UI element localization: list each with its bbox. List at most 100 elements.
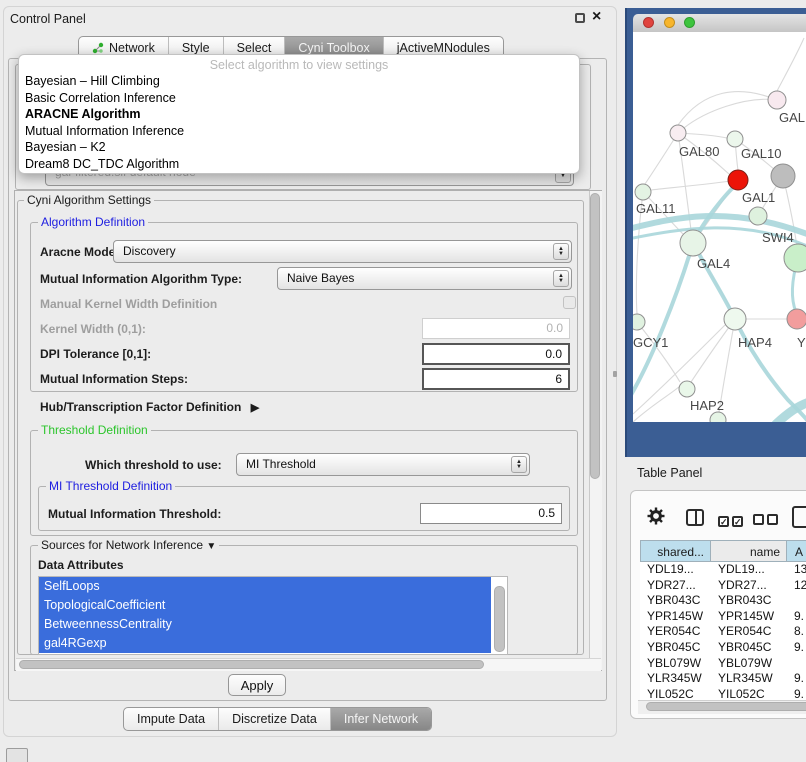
column-header-a[interactable]: A: [787, 540, 806, 562]
network-node[interactable]: [724, 308, 746, 330]
split-columns-icon[interactable]: [686, 509, 704, 526]
algorithm-option-mutual-information-inference[interactable]: Mutual Information Inference: [19, 123, 579, 140]
table-row[interactable]: YDR27...YDR27...12: [640, 578, 806, 594]
attributes-vscrollbar-thumb[interactable]: [494, 586, 505, 652]
attribute-item-betweennesscentrality[interactable]: BetweennessCentrality: [39, 615, 491, 634]
table-cell: 12: [787, 578, 806, 594]
aracne-mode-combo[interactable]: Discovery ▲▼: [113, 240, 572, 263]
network-node[interactable]: [679, 381, 695, 397]
table-cell: [787, 593, 806, 609]
table-cell: YBR043C: [711, 593, 787, 609]
table-row[interactable]: YPR145WYPR145W9.: [640, 609, 806, 625]
bottom-tab-discretize-data[interactable]: Discretize Data: [218, 708, 330, 730]
stepper-icon[interactable]: ▲▼: [511, 456, 527, 473]
attribute-item-topologicalcoefficient[interactable]: TopologicalCoefficient: [39, 596, 491, 615]
algorithm-dropdown-popup: Select algorithm to view settings Bayesi…: [18, 54, 580, 174]
data-attributes-label: Data Attributes: [38, 558, 124, 572]
network-node[interactable]: [771, 164, 795, 188]
attribute-item-selfloops[interactable]: SelfLoops: [39, 577, 491, 596]
column-header-shared[interactable]: shared...: [640, 540, 711, 562]
network-node[interactable]: [787, 309, 806, 329]
network-canvas[interactable]: GALGAL80GAL10GAL1GAL11SWI4GAL4GCY1HAP4YH…: [633, 32, 806, 422]
network-node-label: GAL10: [741, 146, 781, 161]
network-node[interactable]: [728, 170, 748, 190]
table-cell: YBL079W: [640, 656, 711, 672]
bottom-tab-impute-data[interactable]: Impute Data: [124, 708, 218, 730]
select-all-checkboxes-icon[interactable]: ✓✓: [718, 512, 746, 530]
algorithm-definition-title: Algorithm Definition: [38, 215, 148, 229]
algorithm-option-bayesian-k2[interactable]: Bayesian – K2: [19, 139, 579, 156]
table-cell: 13: [787, 562, 806, 578]
table-cell: [787, 656, 806, 672]
column-header-name[interactable]: name: [711, 540, 787, 562]
network-node[interactable]: [633, 314, 645, 330]
hub-section-label[interactable]: Hub/Transcription Factor Definition ▶: [40, 400, 259, 414]
table-row[interactable]: YBR045CYBR045C9.: [640, 640, 806, 656]
network-node[interactable]: [768, 91, 786, 109]
table-cell: YDR27...: [640, 578, 711, 594]
stepper-icon[interactable]: ▲▼: [553, 243, 569, 260]
table-cell: YDL19...: [640, 562, 711, 578]
table-settings-gear-icon[interactable]: [646, 506, 666, 531]
network-edge: [777, 38, 804, 91]
which-threshold-combo[interactable]: MI Threshold ▲▼: [236, 453, 530, 476]
network-node[interactable]: [680, 230, 706, 256]
deselect-all-checkboxes-icon[interactable]: [753, 512, 781, 530]
kernel-width-field[interactable]: 0.0: [422, 318, 570, 339]
close-icon[interactable]: ×: [592, 8, 601, 26]
table-row[interactable]: YBL079WYBL079W: [640, 656, 806, 672]
control-panel-title: Control Panel: [10, 12, 86, 26]
network-node[interactable]: [749, 207, 767, 225]
data-attributes-list[interactable]: SelfLoopsTopologicalCoefficientBetweenne…: [38, 576, 508, 655]
mi-type-value: Naive Bayes: [287, 271, 354, 285]
settings-hscrollbar-thumb[interactable]: [19, 660, 484, 669]
sources-group-title[interactable]: Sources for Network Inference ▼: [38, 538, 219, 552]
table-cell: YLR345W: [640, 671, 711, 687]
table-header-row: shared...nameA: [640, 540, 806, 562]
network-node[interactable]: [784, 244, 806, 272]
apply-button[interactable]: Apply: [228, 674, 286, 696]
mi-steps-label: Mutual Information Steps:: [40, 372, 188, 386]
corner-button[interactable]: [6, 748, 28, 762]
network-node[interactable]: [635, 184, 651, 200]
manual-kernel-checkbox[interactable]: [563, 296, 576, 309]
algorithm-option-aracne-algorithm[interactable]: ARACNE Algorithm: [19, 106, 579, 123]
network-node-label: GAL1: [742, 190, 775, 205]
float-icon[interactable]: [575, 13, 585, 23]
mi-steps-field[interactable]: 6: [422, 368, 570, 390]
algorithm-option-dream8-dc-tdc-algorithm[interactable]: Dream8 DC_TDC Algorithm: [19, 156, 579, 173]
network-node-label: SWI4: [762, 230, 794, 245]
algorithm-option-basic-correlation-inference[interactable]: Basic Correlation Inference: [19, 90, 579, 107]
table-hscrollbar-thumb[interactable]: [646, 702, 806, 711]
table-cell: 9.: [787, 609, 806, 625]
table-row[interactable]: YDL19...YDL19...13: [640, 562, 806, 578]
network-window-titlebar[interactable]: [633, 14, 806, 33]
algorithm-option-bayesian-hill-climbing[interactable]: Bayesian – Hill Climbing: [19, 73, 579, 90]
new-table-icon[interactable]: [792, 506, 806, 528]
mi-threshold-group-title: MI Threshold Definition: [46, 479, 175, 493]
table-cell: YBR045C: [640, 640, 711, 656]
algorithm-dropdown-placeholder: Select algorithm to view settings: [19, 55, 579, 73]
table-row[interactable]: YBR043CYBR043C: [640, 593, 806, 609]
stepper-icon[interactable]: ▲▼: [553, 270, 569, 287]
table-row[interactable]: YLR345WYLR345W9.: [640, 671, 806, 687]
threshold-group-title: Threshold Definition: [38, 423, 151, 437]
minimize-traffic-light[interactable]: [664, 17, 675, 28]
zoom-traffic-light[interactable]: [684, 17, 695, 28]
network-graph[interactable]: GALGAL80GAL10GAL1GAL11SWI4GAL4GCY1HAP4YH…: [633, 32, 806, 422]
collapse-arrow-icon[interactable]: ▼: [206, 541, 216, 552]
mi-type-combo[interactable]: Naive Bayes ▲▼: [277, 267, 572, 290]
splitter-handle[interactable]: [613, 371, 617, 377]
expand-arrow-icon[interactable]: ▶: [251, 402, 259, 414]
network-node[interactable]: [727, 131, 743, 147]
bottom-tab-infer-network[interactable]: Infer Network: [330, 708, 431, 730]
network-node[interactable]: [710, 412, 726, 422]
network-edge: [678, 99, 777, 133]
settings-vscrollbar-thumb[interactable]: [590, 193, 600, 479]
dpi-tolerance-field[interactable]: 0.0: [422, 343, 570, 365]
mi-threshold-field[interactable]: 0.5: [420, 503, 562, 524]
attribute-item-gal4rgexp[interactable]: gal4RGexp: [39, 634, 491, 653]
close-traffic-light[interactable]: [643, 17, 654, 28]
table-row[interactable]: YER054CYER054C8.: [640, 624, 806, 640]
network-node[interactable]: [670, 125, 686, 141]
